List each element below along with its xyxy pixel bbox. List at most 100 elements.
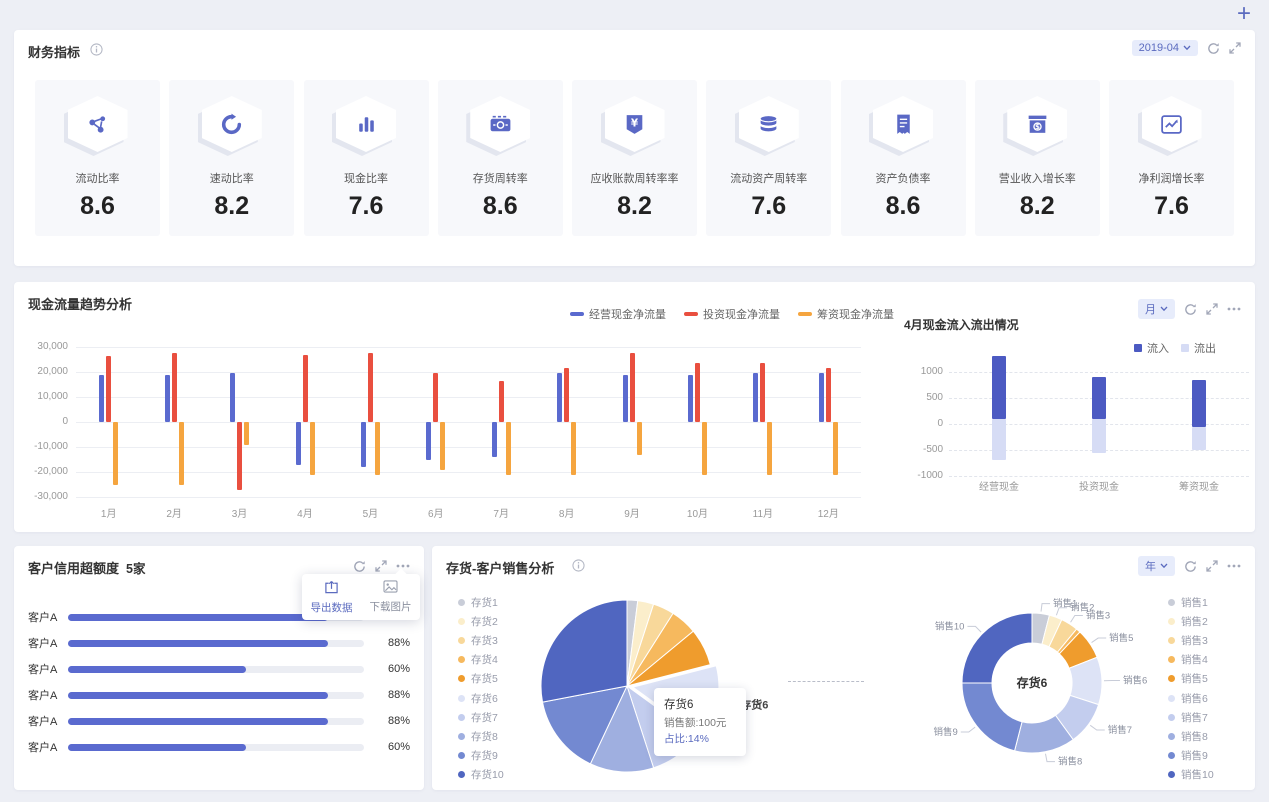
trend-bar[interactable]	[433, 373, 439, 423]
legend-item[interactable]: 销售6	[1168, 688, 1214, 707]
trend-bar[interactable]	[164, 374, 170, 422]
legend-item[interactable]: 存货4	[458, 650, 504, 669]
legend-item[interactable]: 销售7	[1168, 708, 1214, 727]
expand-icon[interactable]	[1229, 42, 1241, 54]
legend-item[interactable]: 流出	[1181, 340, 1216, 356]
trend-bar[interactable]	[367, 353, 373, 423]
more-icon[interactable]	[1227, 564, 1241, 568]
flow-bar[interactable]	[1092, 418, 1106, 453]
trend-bar[interactable]	[309, 422, 315, 475]
expand-icon[interactable]	[1206, 303, 1218, 315]
trend-bar[interactable]	[767, 422, 773, 475]
legend-item[interactable]: 销售5	[1168, 669, 1214, 688]
legend-item[interactable]: 存货9	[458, 746, 504, 765]
metric-card[interactable]: 流动资产周转率 7.6	[706, 80, 832, 236]
trend-bar[interactable]	[295, 422, 301, 465]
trend-bar[interactable]	[505, 422, 511, 475]
refresh-icon[interactable]	[1184, 560, 1197, 573]
period-dropdown[interactable]: 月	[1138, 299, 1175, 319]
trend-bar[interactable]	[302, 354, 308, 422]
trend-bar[interactable]	[244, 422, 249, 445]
trend-bar[interactable]	[440, 422, 446, 470]
inventory-pie-chart[interactable]: 存货6	[522, 581, 772, 791]
trend-bar[interactable]	[374, 422, 380, 475]
metric-card[interactable]: 流动比率 8.6	[35, 80, 160, 236]
trend-bar[interactable]	[564, 368, 570, 423]
metric-card[interactable]: 现金比率 7.6	[303, 80, 429, 236]
customer-row[interactable]: 客户A 88%	[28, 708, 410, 734]
metric-card[interactable]: ¥ 应收账款周转率率 8.2	[572, 80, 697, 236]
add-widget-button[interactable]: +	[1237, 0, 1251, 28]
trend-bar[interactable]	[818, 373, 824, 423]
customer-row[interactable]: 客户A 60%	[28, 734, 410, 760]
trend-bar[interactable]	[753, 373, 759, 423]
customer-row[interactable]: 客户A 88%	[28, 682, 410, 708]
trend-bar[interactable]	[688, 374, 693, 422]
legend-item[interactable]: 销售1	[1168, 593, 1214, 612]
legend-item[interactable]: 存货6	[458, 688, 504, 707]
legend-item[interactable]: 存货3	[458, 631, 504, 650]
legend-item[interactable]: 筹资现金净流量	[798, 306, 894, 322]
slice-存货10[interactable]	[540, 599, 628, 703]
more-icon[interactable]	[1227, 307, 1241, 311]
trend-bar[interactable]	[230, 373, 235, 423]
trend-bar[interactable]	[629, 353, 635, 423]
trend-bar[interactable]	[571, 422, 577, 475]
trend-bar[interactable]	[491, 422, 497, 457]
metric-card[interactable]: $ 营业收入增长率 8.2	[974, 80, 1100, 236]
metric-card[interactable]: 净利润增长率 7.6	[1109, 80, 1234, 236]
flow-bar[interactable]	[1092, 377, 1106, 419]
info-icon[interactable]	[90, 43, 103, 56]
trend-bar[interactable]	[171, 353, 177, 423]
legend-item[interactable]: 存货7	[458, 708, 504, 727]
metric-card[interactable]: 资产负债率 8.6	[840, 80, 966, 236]
trend-bar[interactable]	[636, 422, 642, 455]
flow-bar[interactable]	[1192, 426, 1206, 450]
trend-bar[interactable]	[695, 363, 700, 423]
more-icon[interactable]	[396, 564, 410, 568]
legend-item[interactable]: 销售2	[1168, 612, 1214, 631]
legend-item[interactable]: 流入	[1134, 340, 1169, 356]
expand-icon[interactable]	[1206, 560, 1218, 572]
flow-bar[interactable]	[992, 356, 1006, 419]
trend-bar[interactable]	[178, 422, 184, 485]
legend-item[interactable]: 经营现金净流量	[570, 306, 666, 322]
slice-销售10[interactable]	[961, 612, 1033, 684]
legend-item[interactable]: 销售10	[1168, 765, 1214, 784]
period-dropdown[interactable]: 2019-04	[1131, 40, 1198, 56]
menu-item-download-image[interactable]: 下载图片	[361, 574, 420, 620]
trend-bar[interactable]	[360, 422, 366, 467]
legend-item[interactable]: 销售3	[1168, 631, 1214, 650]
legend-item[interactable]: 存货2	[458, 612, 504, 631]
refresh-icon[interactable]	[353, 560, 366, 573]
period-dropdown[interactable]: 年	[1138, 556, 1175, 576]
customer-row[interactable]: 客户A 60%	[28, 656, 410, 682]
trend-bar[interactable]	[832, 422, 838, 475]
legend-item[interactable]: 投资现金净流量	[684, 306, 780, 322]
legend-item[interactable]: 存货1	[458, 593, 504, 612]
legend-item[interactable]: 存货5	[458, 669, 504, 688]
menu-item-export-data[interactable]: 导出数据	[302, 574, 361, 620]
trend-bar[interactable]	[622, 374, 628, 422]
slice-销售9[interactable]	[961, 682, 1023, 752]
flow-bar[interactable]	[992, 418, 1006, 461]
legend-item[interactable]: 销售9	[1168, 746, 1214, 765]
expand-icon[interactable]	[375, 560, 387, 572]
flow-bar[interactable]	[1192, 379, 1206, 427]
trend-bar[interactable]	[825, 368, 831, 423]
trend-bar[interactable]	[426, 422, 432, 460]
trend-bar[interactable]	[498, 380, 504, 423]
legend-item[interactable]: 销售8	[1168, 727, 1214, 746]
trend-bar[interactable]	[106, 355, 112, 423]
refresh-icon[interactable]	[1207, 42, 1220, 55]
legend-item[interactable]: 销售4	[1168, 650, 1214, 669]
legend-item[interactable]: 存货10	[458, 765, 504, 784]
trend-bar[interactable]	[113, 422, 119, 485]
customer-row[interactable]: 客户A 88%	[28, 630, 410, 656]
trend-bar[interactable]	[702, 422, 707, 475]
metric-card[interactable]: 存货周转率 8.6	[437, 80, 563, 236]
trend-bar[interactable]	[557, 373, 563, 423]
trend-bar[interactable]	[99, 374, 105, 422]
info-icon[interactable]	[572, 559, 585, 572]
sales-donut-chart[interactable]: 销售1销售2销售3销售5销售6销售7销售8销售9销售10存货6	[902, 583, 1162, 783]
